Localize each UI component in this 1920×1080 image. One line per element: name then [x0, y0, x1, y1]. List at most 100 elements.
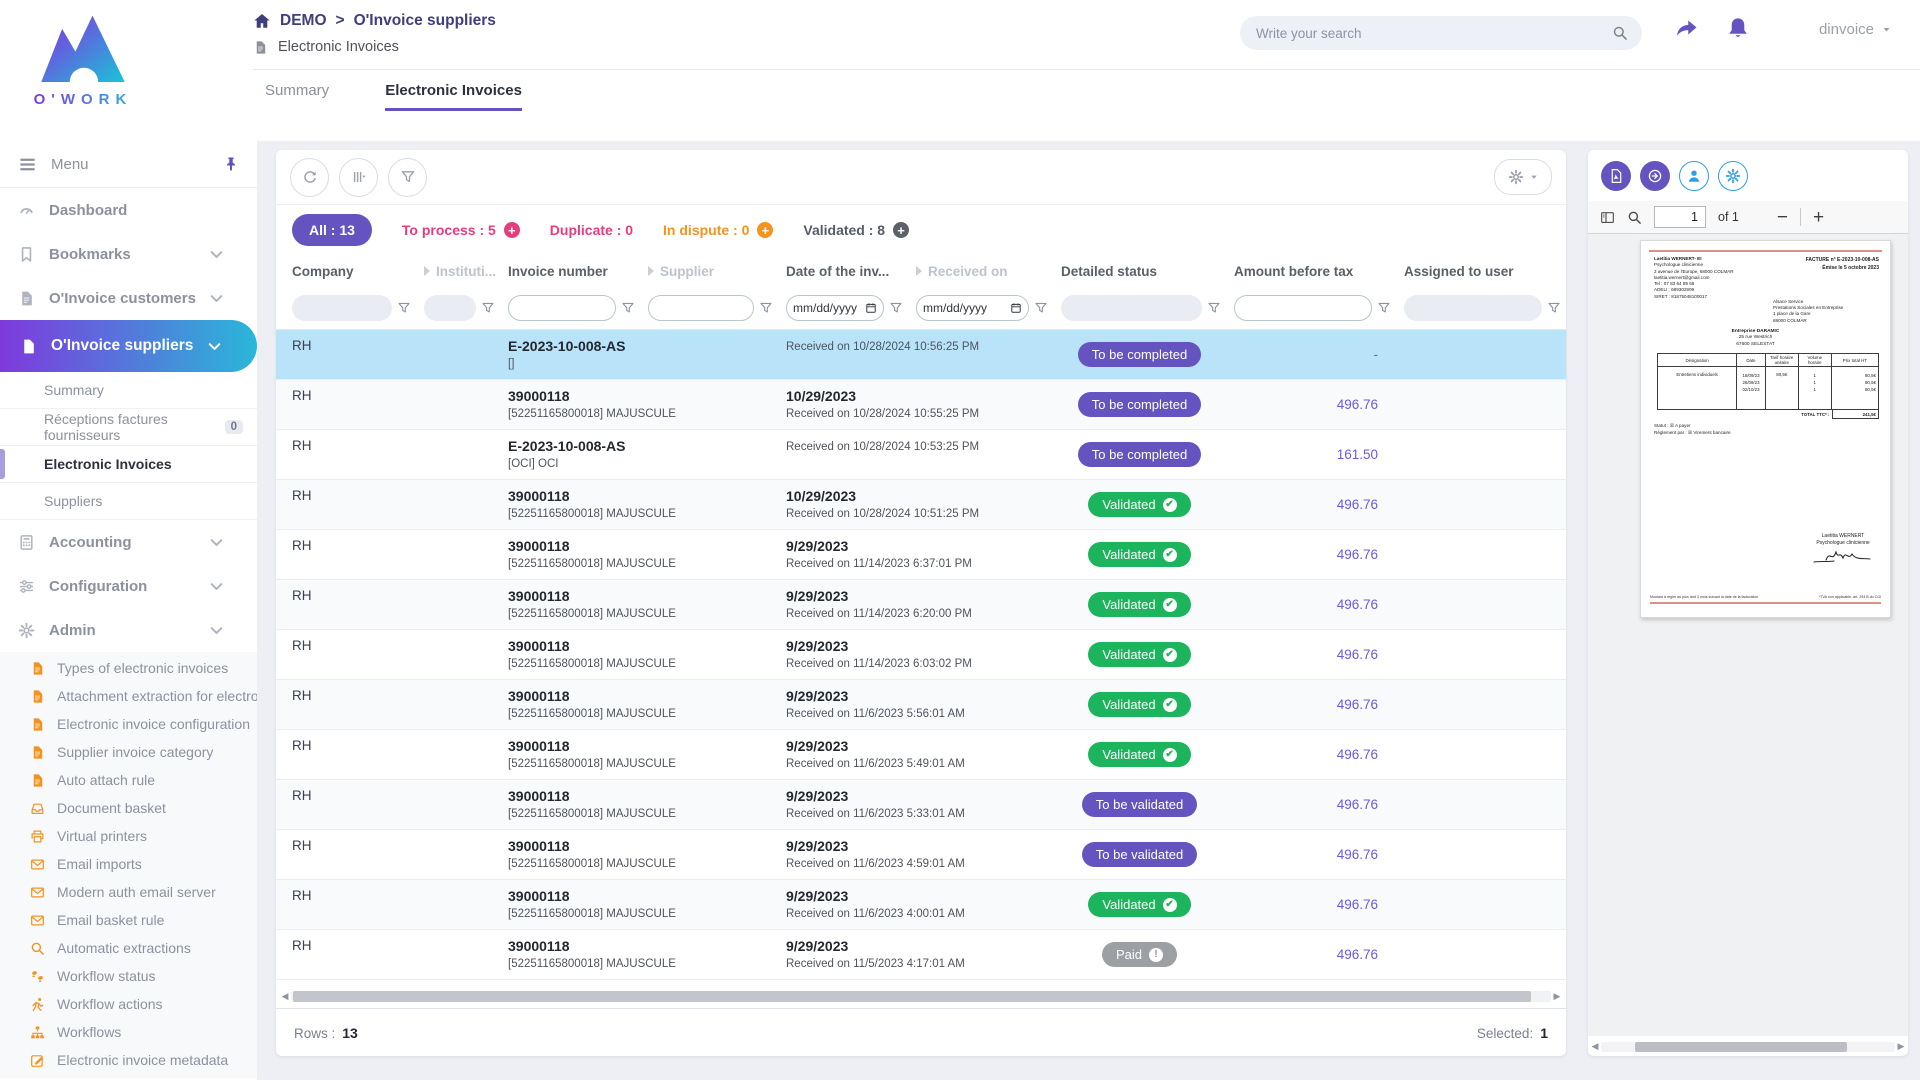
admin-subitem[interactable]: Automatic extractions — [0, 934, 257, 962]
sidebar-subitem[interactable]: Summary — [0, 372, 257, 409]
column-header[interactable]: Assigned to user — [1396, 264, 1566, 279]
pdf-search-icon[interactable] — [1627, 210, 1642, 225]
pdf-page[interactable]: Laetitia WERNERT- EI Psychologue clinici… — [1640, 240, 1891, 618]
pdf-download-button[interactable] — [1601, 161, 1631, 191]
invoice-row[interactable]: RH 39000118 [52251165800018] MAJUSCULE 9… — [276, 680, 1566, 730]
cell-amount[interactable]: 496.76 — [1226, 580, 1396, 629]
calendar-icon[interactable] — [1010, 302, 1022, 314]
scroll-left-arrow-icon[interactable]: ◀ — [1591, 1042, 1599, 1051]
assign-user-button[interactable] — [1679, 161, 1709, 191]
plus-circle-icon[interactable] — [757, 222, 773, 238]
invoice-row[interactable]: RH 39000118 [52251165800018] MAJUSCULE 9… — [276, 580, 1566, 630]
text-filter-input[interactable] — [508, 295, 616, 321]
admin-subitem[interactable]: Supplier invoice category — [0, 738, 257, 766]
scroll-right-arrow-icon[interactable]: ▶ — [1897, 1042, 1905, 1051]
admin-subitem[interactable]: Workflows — [0, 1018, 257, 1046]
admin-subitem[interactable]: Virtual printers — [0, 822, 257, 850]
pin-icon[interactable] — [223, 156, 239, 172]
pdf-viewer-area[interactable]: Laetitia WERNERT- EI Psychologue clinici… — [1588, 234, 1908, 1036]
date-filter-input[interactable]: mm/dd/yyyy — [916, 295, 1029, 321]
column-header[interactable]: Detailed status — [1053, 264, 1226, 279]
sidebar-item[interactable]: Configuration — [0, 564, 257, 608]
admin-subitem[interactable]: Electronic invoice configuration — [0, 710, 257, 738]
collapsed-column-arrow-icon[interactable] — [424, 266, 430, 276]
breadcrumb-section[interactable]: O'Invoice suppliers — [354, 12, 496, 30]
column-funnel-icon[interactable] — [1372, 301, 1396, 315]
open-invoice-button[interactable] — [1640, 161, 1670, 191]
tab-electronic-invoices[interactable]: Electronic Invoices — [385, 82, 522, 111]
column-header[interactable]: Company — [276, 264, 416, 279]
admin-subitem[interactable]: Document basket — [0, 794, 257, 822]
column-funnel-icon[interactable] — [1542, 301, 1566, 315]
sidebar-item[interactable]: Bookmarks — [0, 232, 257, 276]
collapsed-column-arrow-icon[interactable] — [648, 266, 654, 276]
cell-amount[interactable]: 496.76 — [1226, 830, 1396, 879]
sidebar-subitem[interactable]: Electronic Invoices — [0, 446, 257, 483]
hamburger-menu-icon[interactable] — [18, 155, 37, 174]
admin-subitem[interactable]: Workflow status — [0, 962, 257, 990]
invoice-row[interactable]: RH 39000118 [52251165800018] MAJUSCULE 1… — [276, 480, 1566, 530]
invoice-row[interactable]: RH 39000118 [52251165800018] MAJUSCULE 9… — [276, 630, 1566, 680]
date-filter-input[interactable]: mm/dd/yyyy — [786, 295, 884, 321]
cell-amount[interactable]: 496.76 — [1226, 680, 1396, 729]
sidebar-subitem[interactable]: Réceptions factures fournisseurs 0 — [0, 409, 257, 446]
scroll-right-arrow-icon[interactable]: ▶ — [1553, 992, 1561, 1001]
sidebar-item[interactable]: Accounting — [0, 520, 257, 564]
invoice-row[interactable]: RH 39000118 [52251165800018] MAJUSCULE 9… — [276, 930, 1566, 980]
cell-amount[interactable]: 496.76 — [1226, 930, 1396, 979]
admin-subitem[interactable]: Modern auth email server — [0, 878, 257, 906]
cell-amount[interactable]: 496.76 — [1226, 630, 1396, 679]
plus-circle-icon[interactable] — [504, 222, 520, 238]
scrollbar-track[interactable] — [1601, 1042, 1895, 1052]
preview-settings-button[interactable] — [1718, 161, 1748, 191]
column-header[interactable]: Amount before tax — [1226, 264, 1396, 279]
tab-summary[interactable]: Summary — [265, 82, 329, 111]
invoice-row[interactable]: RH 39000118 [52251165800018] MAJUSCULE 9… — [276, 530, 1566, 580]
column-funnel-icon[interactable] — [476, 301, 500, 315]
breadcrumb-home[interactable]: DEMO — [280, 12, 327, 30]
invoice-row[interactable]: RH 39000118 [52251165800018] MAJUSCULE 9… — [276, 780, 1566, 830]
cell-amount[interactable]: - — [1226, 330, 1396, 379]
invoice-row[interactable]: RH 39000118 [52251165800018] MAJUSCULE 1… — [276, 380, 1566, 430]
status-filter-pill[interactable]: In dispute : 0 — [663, 222, 773, 238]
notifications-bell-icon[interactable] — [1726, 16, 1750, 40]
invoice-row[interactable]: RH E-2023-10-008-AS [] Received on 10/28… — [276, 330, 1566, 380]
invoice-row[interactable]: RH E-2023-10-008-AS [OCI] OCI Received o… — [276, 430, 1566, 480]
calendar-icon[interactable] — [865, 302, 877, 314]
home-icon[interactable] — [253, 12, 271, 30]
share-icon[interactable] — [1674, 16, 1698, 40]
scroll-left-arrow-icon[interactable]: ◀ — [281, 992, 289, 1001]
sidebar-item[interactable]: Dashboard — [0, 188, 257, 232]
scrollbar-track[interactable] — [291, 991, 1551, 1002]
column-funnel-icon[interactable] — [884, 301, 908, 315]
admin-subitem[interactable]: Email imports — [0, 850, 257, 878]
column-header[interactable]: Instituti... — [416, 264, 500, 279]
columns-button[interactable] — [339, 158, 378, 197]
status-filter-pill[interactable]: Validated : 8 — [803, 222, 909, 238]
column-funnel-icon[interactable] — [392, 301, 416, 315]
search-icon[interactable] — [1612, 25, 1628, 41]
search-input[interactable] — [1254, 25, 1612, 42]
cell-amount[interactable]: 496.76 — [1226, 530, 1396, 579]
plus-circle-icon[interactable] — [893, 222, 909, 238]
table-settings-button[interactable] — [1494, 159, 1552, 195]
sidebar-item-oinvoice-suppliers[interactable]: O'Invoice suppliers — [0, 320, 257, 372]
admin-subitem[interactable]: Attachment extraction for electron — [0, 682, 257, 710]
column-header[interactable]: Invoice number — [500, 264, 640, 279]
text-filter-input[interactable] — [1234, 295, 1372, 321]
admin-subitem[interactable]: Electronic invoice metadata — [0, 1046, 257, 1074]
cell-amount[interactable]: 161.50 — [1226, 430, 1396, 479]
refresh-button[interactable] — [290, 158, 329, 197]
zoom-out-button[interactable]: − — [1777, 208, 1788, 227]
scrollbar-thumb[interactable] — [293, 991, 1531, 1002]
column-header[interactable]: Received on — [908, 264, 1053, 279]
page-number-input[interactable] — [1654, 206, 1706, 228]
admin-subitem[interactable]: Auto attach rule — [0, 766, 257, 794]
invoice-row[interactable]: RH 39000118 [52251165800018] MAJUSCULE 9… — [276, 880, 1566, 930]
user-menu[interactable]: dinvoice — [1819, 21, 1892, 38]
column-funnel-icon[interactable] — [1202, 301, 1226, 315]
cell-amount[interactable]: 496.76 — [1226, 730, 1396, 779]
admin-subitem[interactable]: Workflow actions — [0, 990, 257, 1018]
zoom-in-button[interactable]: + — [1813, 208, 1824, 227]
sidebar-subitem[interactable]: Suppliers — [0, 483, 257, 520]
